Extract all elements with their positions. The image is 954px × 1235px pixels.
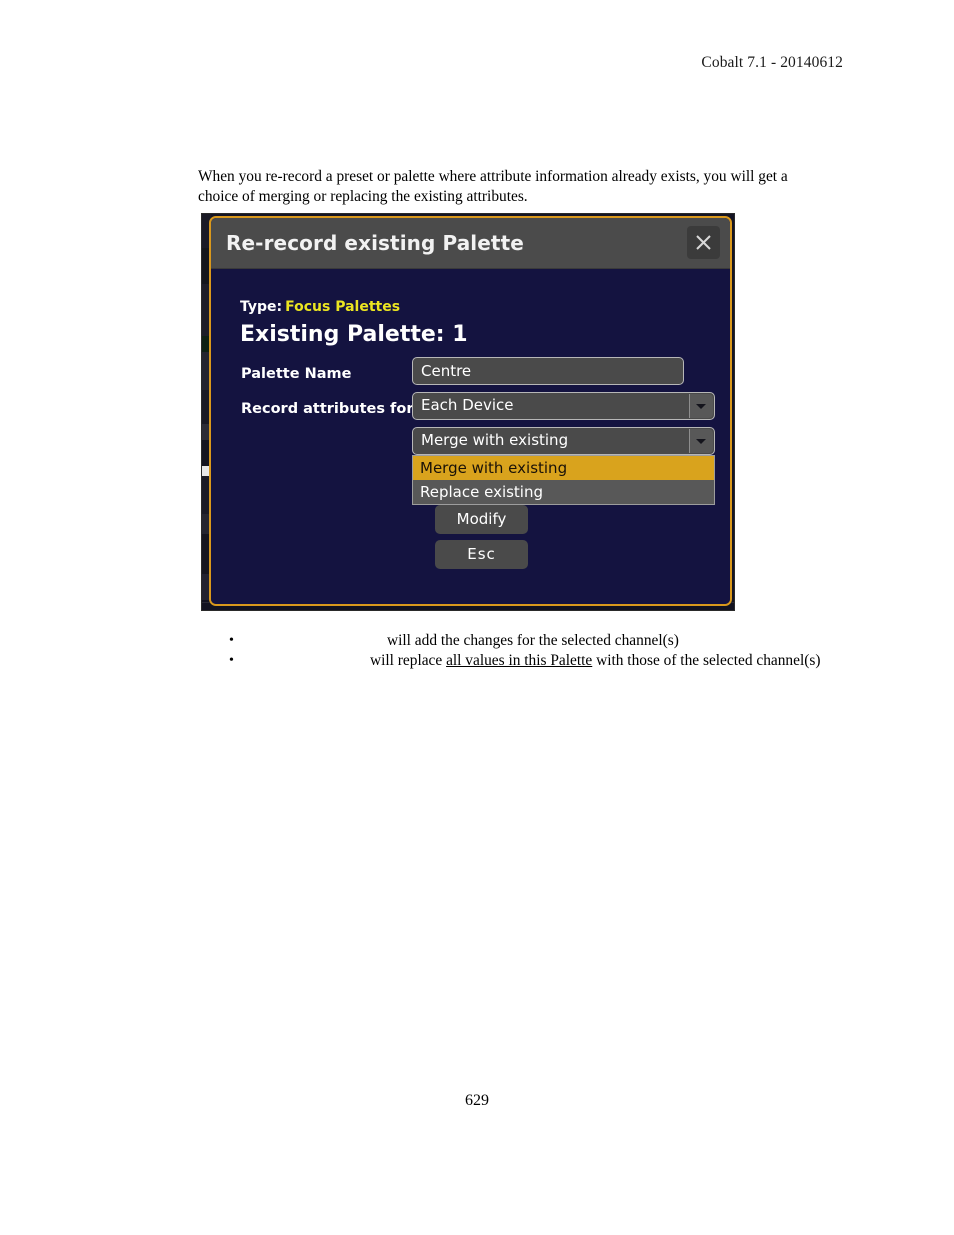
modify-button[interactable]: Modify [435, 505, 528, 534]
palette-type-value: Focus Palettes [285, 299, 401, 315]
bullet-text: will add the changes for the selected ch… [387, 631, 679, 651]
palette-name-label: Palette Name [241, 366, 352, 382]
merge-mode-select[interactable]: Merge with existing [412, 427, 715, 455]
bullet-text-after: with those of the selected channel(s) [592, 652, 821, 669]
dialog-titlebar[interactable]: Re-record existing Palette [211, 218, 730, 269]
intro-paragraph: When you re-record a preset or palette w… [198, 168, 788, 205]
bullet-list: • will add the changes for the selected … [198, 631, 838, 671]
existing-palette-heading: Existing Palette: 1 [240, 322, 468, 347]
chevron-down-icon[interactable] [689, 429, 713, 453]
dropdown-option-replace-existing[interactable]: Replace existing [413, 480, 714, 504]
list-item: • will add the changes for the selected … [198, 631, 838, 651]
record-attributes-label: Record attributes for [241, 401, 414, 417]
esc-button[interactable]: Esc [435, 540, 528, 569]
dialog-title: Re-record existing Palette [226, 231, 524, 255]
page-number: 629 [465, 1092, 489, 1109]
bullet-text: will replace all values in this Palette … [370, 651, 820, 671]
close-button[interactable] [687, 226, 720, 259]
bullet-marker: • [229, 653, 234, 668]
bullet-text-before: will replace [370, 652, 447, 669]
record-attributes-selected-value: Each Device [421, 396, 514, 414]
merge-mode-dropdown-list: Merge with existing Replace existing [412, 455, 715, 505]
bullet-text-before: will add the changes for the selected ch… [387, 632, 679, 649]
merge-mode-selected-value: Merge with existing [421, 431, 569, 449]
palette-type-label: Type: [240, 299, 283, 315]
dropdown-option-merge-with-existing[interactable]: Merge with existing [413, 456, 714, 480]
document-header: Cobalt 7.1 - 20140612 [701, 54, 843, 71]
bullet-text-underlined: all values in this Palette [446, 652, 593, 669]
palette-type-line: Type: Focus Palettes [240, 299, 400, 315]
palette-name-input[interactable] [412, 357, 684, 385]
re-record-existing-palette-dialog: Re-record existing Palette Type: Focus Pa… [209, 216, 732, 606]
chevron-down-icon[interactable] [689, 394, 713, 418]
list-item: • will replace all values in this Palett… [198, 651, 838, 671]
bullet-marker: • [229, 633, 234, 648]
close-icon [696, 235, 711, 250]
record-attributes-select[interactable]: Each Device [412, 392, 715, 420]
dialog-body: Type: Focus Palettes Existing Palette: 1 … [211, 269, 730, 604]
dialog-screenshot-figure: Re-record existing Palette Type: Focus Pa… [201, 213, 735, 611]
